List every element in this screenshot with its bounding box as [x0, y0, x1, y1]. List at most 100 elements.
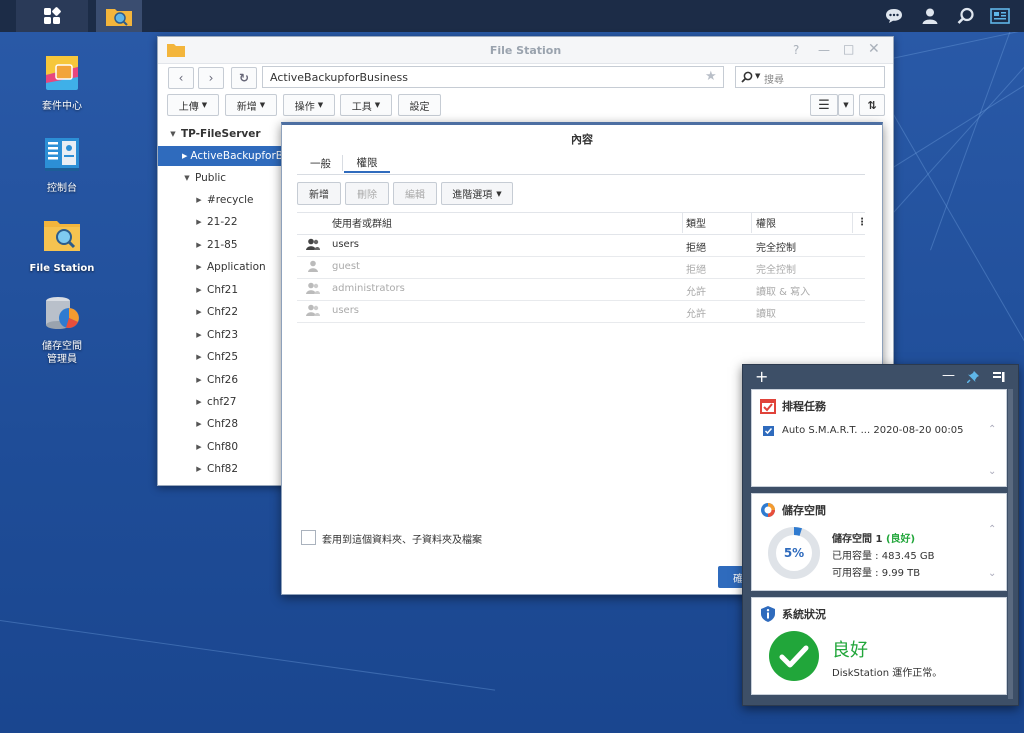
close-button[interactable]: ✕ — [868, 41, 880, 57]
system-status: 良好 — [832, 640, 868, 661]
user-icon — [308, 260, 318, 272]
desktop-icon-storage-manager[interactable]: 儲存空間 管理員 — [27, 293, 97, 366]
tree-item[interactable]: ▶ Chf28 — [158, 414, 282, 434]
edit-button[interactable]: 編輯 — [393, 182, 437, 205]
tree-item[interactable]: ▶ Application — [158, 257, 282, 277]
advanced-options-button[interactable]: 進階選項 ▼ — [441, 182, 513, 205]
task-entry[interactable]: Auto S.M.A.R.T. ... 2020-08-20 00:05 — [782, 425, 963, 436]
desktop-icon-file-station[interactable]: File Station — [27, 215, 97, 275]
dropdown-caret-icon: ▼ — [201, 101, 208, 109]
caret-right-icon: ▶ — [196, 376, 202, 384]
desktop-icon-label: File Station — [29, 263, 95, 274]
maximize-button[interactable]: □ — [843, 42, 854, 56]
search-button[interactable] — [952, 0, 980, 32]
back-button[interactable]: ‹ — [168, 67, 194, 89]
table-row[interactable]: guest 拒絕 完全控制 — [297, 256, 865, 279]
help-button[interactable]: ? — [793, 43, 799, 57]
column-menu-icon[interactable]: ⋮ — [857, 212, 867, 233]
tree-item[interactable]: ▶ Chf80 — [158, 437, 282, 457]
tree-item[interactable]: ▶ 21-85 — [158, 235, 282, 255]
table-row[interactable]: administrators 允許 讀取 & 寫入 — [297, 278, 865, 301]
search-field[interactable]: ▼ 搜尋 — [735, 66, 885, 88]
tab-permissions[interactable]: 權限 — [344, 153, 390, 173]
scroll-down-icon[interactable]: ⌄ — [988, 466, 996, 477]
view-mode-dropdown[interactable]: ▼ — [838, 94, 854, 116]
tree-root[interactable]: ▼ TP-FileServer — [158, 124, 282, 144]
scroll-up-icon[interactable]: ⌃ — [988, 424, 996, 435]
group-icon — [306, 304, 320, 316]
tree-item[interactable]: ▶ Chf22 — [158, 302, 282, 322]
desktop-icon-control-panel[interactable]: 控制台 — [27, 135, 97, 195]
desktop-icon-package-center[interactable]: 套件中心 — [27, 53, 97, 113]
refresh-icon: ↻ — [238, 71, 250, 85]
tools-button[interactable]: 工具 ▼ — [340, 94, 392, 116]
desktop-icon-label: 控制台 — [47, 183, 77, 194]
task-icon — [763, 426, 774, 436]
tree-item[interactable]: ▶ #recycle — [158, 190, 282, 210]
desktop-icon-label: 儲存空間 管理員 — [42, 341, 82, 365]
row-type: 允許 — [686, 287, 706, 298]
settings-button[interactable]: 設定 — [398, 94, 441, 116]
caret-right-icon: ▶ — [196, 196, 202, 204]
widget-panel: + — 排程任務 Auto S.M.A.R.T. ... 2020-08-20 … — [742, 364, 1019, 706]
tree-item[interactable]: ▶ Chf21 — [158, 280, 282, 300]
caret-right-icon: ▶ — [196, 465, 202, 473]
user-button[interactable] — [916, 0, 944, 32]
group-icon — [306, 282, 320, 294]
tree-item[interactable]: ▶ Chf26 — [158, 370, 282, 390]
path-bar[interactable]: ActiveBackupforBusiness ★ — [262, 66, 724, 88]
tree-item-activebackup[interactable]: ▶ ActiveBackupforBusiness — [158, 146, 282, 166]
delete-button[interactable]: 刪除 — [345, 182, 389, 205]
view-mode-button[interactable]: ☰ — [810, 94, 838, 116]
row-permission: 完全控制 — [756, 243, 796, 254]
tree-item-public[interactable]: ▼ Public — [158, 168, 282, 188]
tree-item[interactable]: ▶ Chf25 — [158, 347, 282, 367]
action-button[interactable]: 操作 ▼ — [283, 94, 335, 116]
column-header-permission[interactable]: 權限 — [756, 212, 776, 233]
search-icon — [957, 7, 974, 24]
widget-storage: 儲存空間 5% 儲存空間 1 (良好) 已用容量 : 483.45 GB 可用容… — [751, 493, 1007, 591]
chat-button[interactable] — [880, 0, 908, 32]
user-icon — [922, 8, 938, 24]
search-placeholder: 搜尋 — [764, 75, 784, 86]
row-name: administrators — [332, 283, 405, 294]
widgets-button[interactable] — [986, 0, 1014, 32]
table-row[interactable]: users 拒絕 完全控制 — [297, 234, 865, 257]
favorite-star-icon[interactable]: ★ — [705, 69, 717, 84]
refresh-button[interactable]: ↻ — [231, 67, 257, 89]
pin-icon[interactable] — [967, 371, 979, 383]
create-button[interactable]: 新增 ▼ — [225, 94, 277, 116]
minimize-widget-button[interactable]: — — [942, 368, 955, 383]
tree-item[interactable]: ▶ Chf23 — [158, 325, 282, 345]
row-name: guest — [332, 261, 360, 272]
widget-settings-icon[interactable] — [993, 371, 1005, 383]
add-button[interactable]: 新增 — [297, 182, 341, 205]
widget-scrollbar[interactable] — [1008, 389, 1013, 699]
tree-item[interactable]: ▶ chf27 — [158, 392, 282, 412]
main-menu-button[interactable] — [16, 0, 88, 32]
dropdown-caret-icon: ▼ — [259, 101, 266, 109]
caret-right-icon: ▶ — [196, 331, 202, 339]
volume-name-line[interactable]: 儲存空間 1 (良好) — [832, 530, 915, 545]
tab-general[interactable]: 一般 — [310, 153, 331, 173]
taskbar-file-station[interactable] — [96, 0, 142, 32]
minimize-button[interactable]: — — [818, 43, 830, 57]
column-header-type[interactable]: 類型 — [686, 212, 706, 233]
caret-right-icon: ▶ — [196, 241, 202, 249]
table-row[interactable]: users 允許 讀取 — [297, 300, 865, 323]
storage-pie-icon — [761, 503, 775, 517]
upload-button[interactable]: 上傳 ▼ — [167, 94, 219, 116]
tree-item[interactable]: ▶ 21-22 — [158, 212, 282, 232]
caret-right-icon: ▶ — [196, 218, 202, 226]
scroll-up-icon[interactable]: ⌃ — [988, 524, 996, 535]
forward-button[interactable]: › — [198, 67, 224, 89]
window-titlebar[interactable]: File Station ? — □ ✕ — [158, 37, 893, 64]
widget-scheduled-tasks: 排程任務 Auto S.M.A.R.T. ... 2020-08-20 00:0… — [751, 389, 1007, 487]
scroll-down-icon[interactable]: ⌄ — [988, 568, 996, 579]
tree-item[interactable]: ▶ Chf82 — [158, 459, 282, 479]
desktop: 套件中心 控制台 File Station 儲存空間 管理員 File Stat… — [0, 0, 1024, 733]
sort-button[interactable]: ⇅ — [859, 94, 885, 116]
column-header-name[interactable]: 使用者或群組 — [332, 212, 392, 233]
apply-to-children-checkbox[interactable] — [301, 530, 316, 545]
add-widget-button[interactable]: + — [755, 367, 768, 386]
